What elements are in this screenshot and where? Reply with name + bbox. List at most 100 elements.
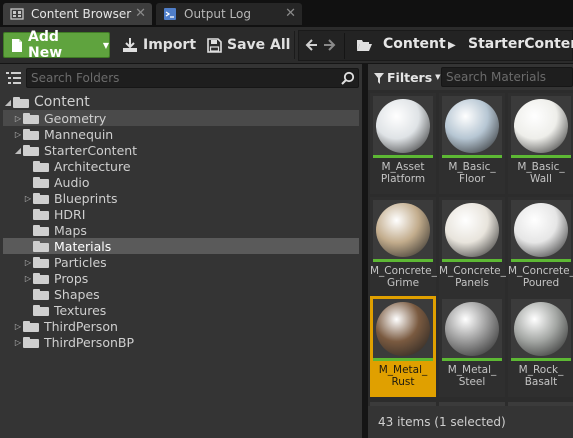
tree-item[interactable]: Maps: [3, 222, 359, 238]
tree-item-label: Props: [54, 270, 89, 286]
folder-icon: [23, 336, 39, 348]
asset-tile[interactable]: M_Rock_ Basalt: [508, 296, 573, 397]
material-thumbnail: [511, 200, 571, 262]
asset-grid: M_Asset Platform M_Basic_ Floor M_Basic_ W…: [368, 90, 573, 406]
tree-item-label: Particles: [54, 254, 107, 270]
expand-arrow-icon[interactable]: ▷: [13, 322, 23, 331]
filters-button[interactable]: Filters ▼: [374, 68, 441, 86]
tree-item[interactable]: Architecture: [3, 158, 359, 174]
item-count-status: 43 items (1 selected): [378, 415, 506, 429]
expand-arrow-icon[interactable]: ▷: [13, 114, 23, 123]
search-folders-input[interactable]: Search Folders: [26, 68, 359, 88]
folder-icon: [33, 240, 49, 252]
folder-open-icon: [356, 39, 372, 52]
import-label: Import: [143, 37, 197, 53]
folder-icon: [23, 144, 39, 156]
tree-item[interactable]: Textures: [3, 302, 359, 318]
expand-arrow-icon[interactable]: ▷: [23, 194, 33, 203]
tree-options-icon[interactable]: [6, 71, 22, 85]
material-sphere: [514, 99, 568, 153]
material-sphere: [376, 99, 430, 153]
breadcrumb-content[interactable]: Content: [383, 36, 446, 52]
asset-type-bar: [373, 155, 433, 158]
breadcrumb-separator-icon[interactable]: ▶: [448, 40, 456, 51]
add-new-button[interactable]: Add New ▼: [3, 29, 110, 61]
tree-item-label: StarterContent: [44, 142, 138, 158]
folder-icon: [33, 192, 49, 204]
expand-arrow-icon[interactable]: ▷: [23, 274, 33, 283]
folder-icon: [33, 224, 49, 236]
material-sphere: [445, 203, 499, 257]
asset-tile[interactable]: M_Metal_ Steel: [439, 296, 505, 397]
breadcrumb-starter-content[interactable]: StarterContent: [468, 36, 573, 52]
material-sphere: [445, 99, 499, 153]
asset-tile[interactable]: M_Concrete_ Grime: [370, 197, 437, 298]
asset-tile[interactable]: M_Basic_ Wall: [508, 93, 573, 194]
folder-icon: [33, 208, 49, 220]
save-all-button[interactable]: Save All: [207, 32, 290, 58]
material-thumbnail: [511, 96, 571, 158]
tab-bar: Content Browser ✕ Output Log ✕: [0, 0, 573, 27]
folder-icon: [23, 320, 39, 332]
asset-type-bar: [511, 259, 571, 262]
collapse-arrow-icon[interactable]: ◢: [13, 146, 23, 155]
tree-item[interactable]: Materials: [3, 238, 359, 254]
tree-item-label: Audio: [54, 174, 90, 190]
tree-item[interactable]: ▷ Particles: [3, 254, 359, 270]
asset-label: M_Basic_ Floor: [448, 161, 496, 185]
asset-label: M_Metal_ Rust: [378, 364, 428, 388]
back-arrow-icon[interactable]: [304, 38, 318, 52]
expand-arrow-icon[interactable]: ▷: [23, 258, 33, 267]
tree-item[interactable]: ▷ Geometry: [3, 110, 359, 126]
folder-icon: [33, 160, 49, 172]
content-browser-icon: [10, 7, 24, 21]
asset-tile[interactable]: M_Concrete_ Panels: [439, 197, 506, 298]
asset-type-bar: [373, 358, 433, 361]
close-icon[interactable]: ✕: [135, 6, 146, 21]
tree-item[interactable]: ◢ Content: [3, 94, 359, 110]
asset-tile[interactable]: M_Metal_ Rust: [370, 296, 436, 397]
expand-arrow-icon[interactable]: ▷: [13, 338, 23, 347]
folder-icon: [13, 96, 29, 108]
tree-item[interactable]: Shapes: [3, 286, 359, 302]
asset-type-bar: [511, 358, 571, 361]
tree-item-label: ThirdPersonBP: [44, 334, 135, 350]
expand-arrow-icon[interactable]: ▷: [13, 130, 23, 139]
tree-item-label: Textures: [54, 302, 107, 318]
toolbar-divider: [294, 31, 295, 59]
asset-type-bar: [511, 155, 571, 158]
material-thumbnail: [373, 200, 433, 262]
asset-type-bar: [442, 259, 502, 262]
tree-item[interactable]: ▷ Mannequin: [3, 126, 359, 142]
material-sphere: [445, 302, 499, 356]
tree-item[interactable]: Audio: [3, 174, 359, 190]
tree-item-label: Maps: [54, 222, 87, 238]
material-thumbnail: [373, 96, 433, 158]
tab-output-log[interactable]: Output Log ✕: [156, 3, 302, 25]
close-icon[interactable]: ✕: [285, 6, 296, 21]
asset-tile[interactable]: M_Asset Platform: [370, 93, 436, 194]
tree-item[interactable]: ▷ Props: [3, 270, 359, 286]
tree-item[interactable]: ▷ ThirdPerson: [3, 318, 359, 334]
tree-item[interactable]: ◢ StarterContent: [3, 142, 359, 158]
asset-type-bar: [373, 259, 433, 262]
tree-item[interactable]: ▷ ThirdPersonBP: [3, 334, 359, 350]
asset-tile[interactable]: M_Basic_ Floor: [439, 93, 505, 194]
material-thumbnail: [373, 299, 433, 361]
add-new-label: Add New: [28, 29, 63, 61]
forward-arrow-icon[interactable]: [323, 38, 337, 52]
output-log-icon: [163, 7, 177, 21]
collapse-arrow-icon[interactable]: ◢: [3, 98, 13, 107]
search-materials-input[interactable]: Search Materials: [441, 67, 573, 87]
save-icon: [207, 37, 222, 53]
asset-view-panel: Filters ▼ Search Materials M_Asset Platf…: [368, 64, 573, 438]
import-button[interactable]: Import: [122, 32, 196, 58]
filter-icon: [374, 72, 384, 84]
tree-item[interactable]: ▷ Blueprints: [3, 190, 359, 206]
tree-item[interactable]: HDRI: [3, 206, 359, 222]
tab-content-browser[interactable]: Content Browser ✕: [3, 3, 152, 25]
tree-item-label: Architecture: [54, 158, 131, 174]
import-icon: [122, 37, 138, 53]
asset-tile[interactable]: M_Concrete_ Poured: [508, 197, 573, 298]
tree-item-label: Content: [34, 94, 90, 110]
